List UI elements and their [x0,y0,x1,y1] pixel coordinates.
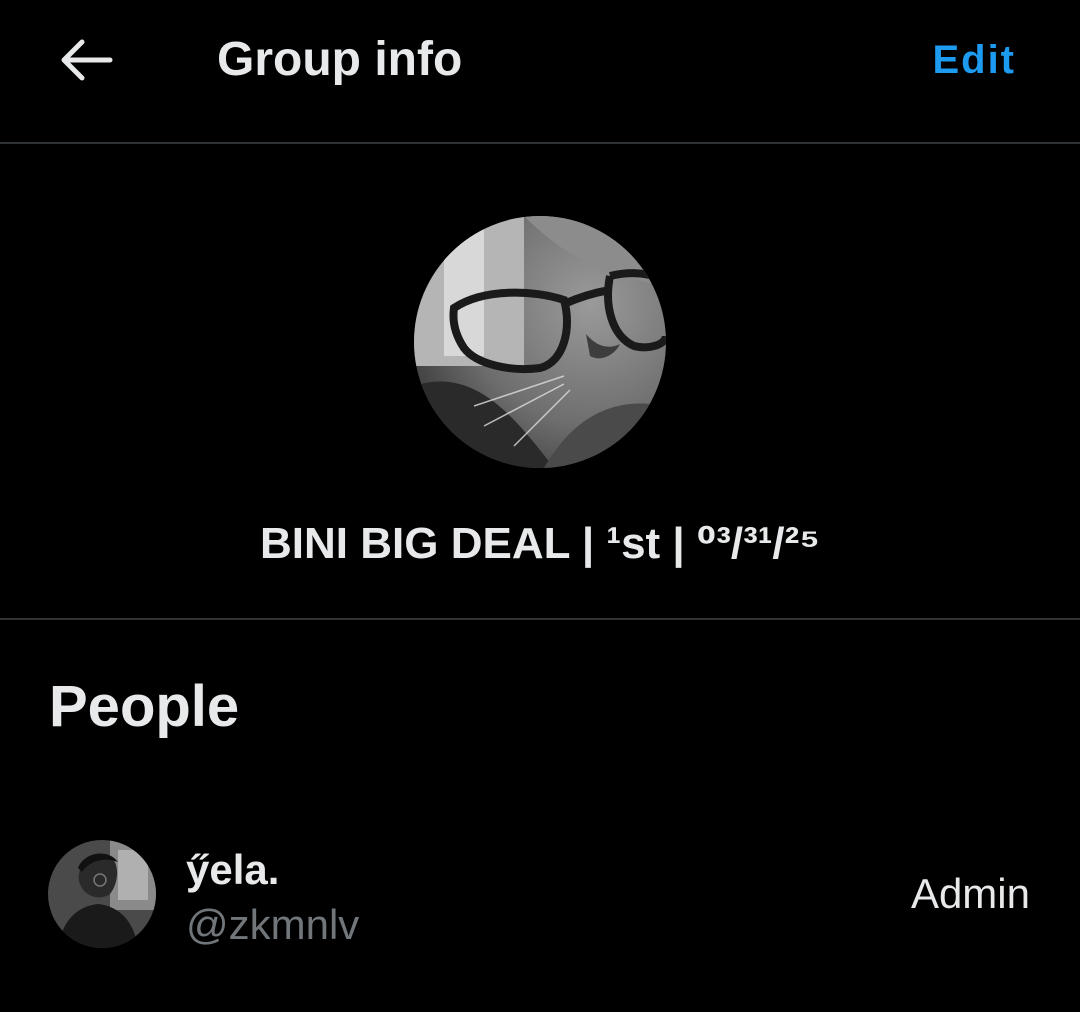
member-role-badge: Admin [910,870,1030,917]
arrow-left-icon [61,39,113,81]
group-name: BINI BIG DEAL | ¹st | ⁰³/³¹/²⁵ [260,519,820,568]
member-avatar-image [48,840,156,948]
page-title: Group info [217,33,463,86]
group-summary: BINI BIG DEAL | ¹st | ⁰³/³¹/²⁵ [0,144,1080,620]
top-app-bar: Group info Edit [0,0,1080,144]
edit-button[interactable]: Edit [932,32,1016,88]
member-row[interactable]: ӳela. @zkmnlv Admin [0,830,1080,960]
member-display-name: ӳela. [186,846,280,893]
group-avatar-image [414,216,666,468]
member-handle: @zkmnlv [186,901,360,948]
back-button[interactable] [50,28,122,92]
avatar [48,840,156,948]
group-avatar[interactable] [414,216,666,468]
people-heading: People [49,674,240,739]
